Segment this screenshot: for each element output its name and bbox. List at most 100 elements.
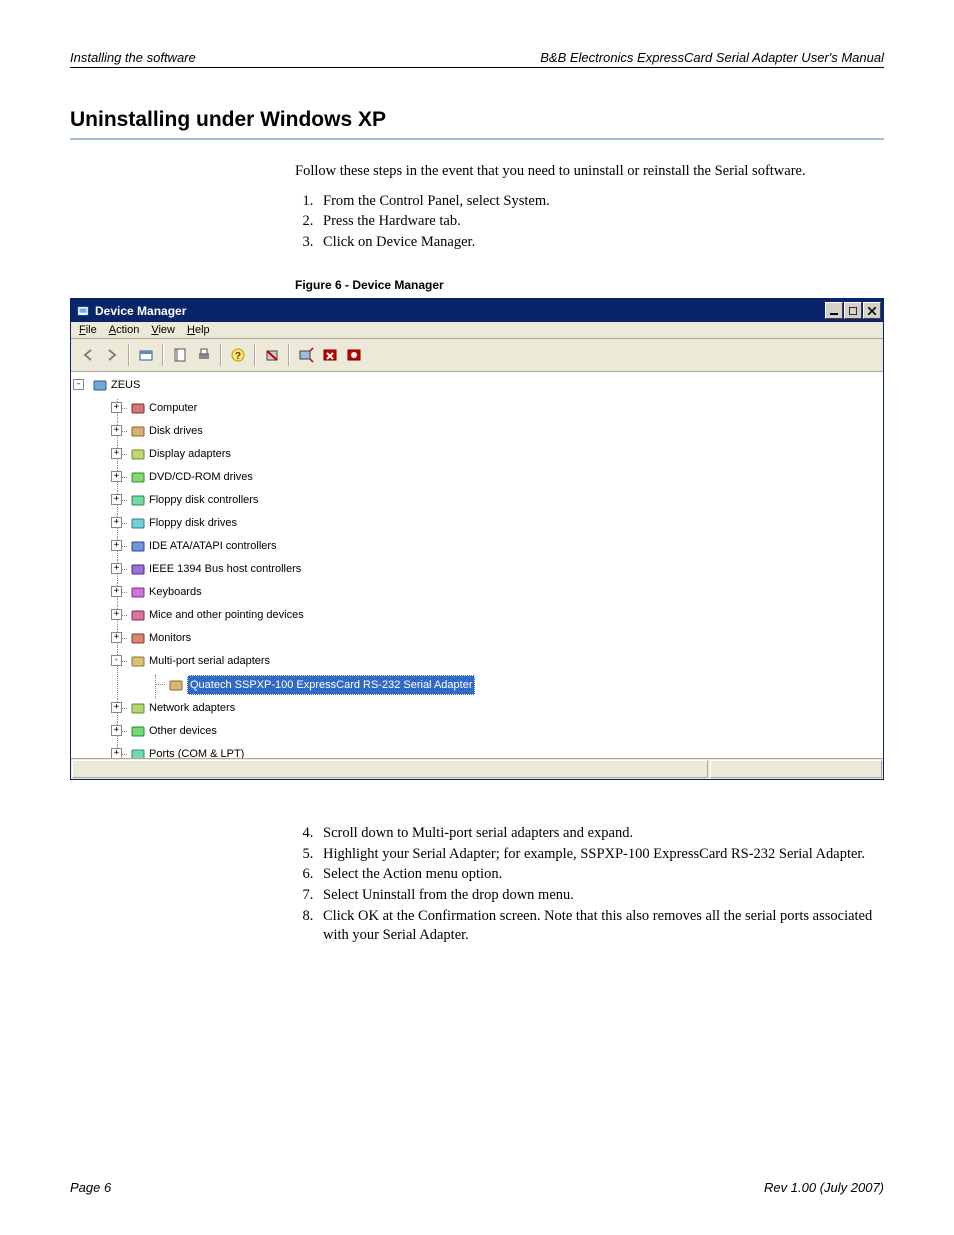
tree-category-label: Mice and other pointing devices [149,606,304,624]
expand-icon[interactable]: + [111,702,122,713]
titlebar[interactable]: Device Manager [71,299,883,322]
footer-left: Page 6 [70,1180,111,1195]
tree-category-label: DVD/CD-ROM drives [149,468,253,486]
device-category-icon [130,561,146,577]
device-category-icon [130,446,146,462]
tree-category-label: Disk drives [149,422,203,440]
forward-icon[interactable] [101,344,123,366]
extra2-icon[interactable] [343,344,365,366]
tree-category[interactable]: DVD/CD-ROM drives [130,468,253,486]
tree-category[interactable]: IDE ATA/ATAPI controllers [130,537,277,555]
collapse-icon[interactable]: - [111,655,122,666]
tree-category[interactable]: Mice and other pointing devices [130,606,304,624]
device-category-icon [130,515,146,531]
expand-icon[interactable]: + [111,517,122,528]
header-left: Installing the software [70,50,196,65]
uninstall-icon[interactable] [261,344,283,366]
tree-category-label: Multi-port serial adapters [149,652,270,670]
tree-category[interactable]: Floppy disk controllers [130,491,258,509]
menu-file[interactable]: File [79,324,97,336]
properties-icon[interactable] [169,344,191,366]
tree-category-label: Monitors [149,629,191,647]
status-cell-1 [72,760,708,778]
expand-icon[interactable]: + [111,586,122,597]
step-item: Select Uninstall from the drop down menu… [317,886,884,906]
svg-text:?: ? [235,351,241,362]
print-icon[interactable] [193,344,215,366]
page-header: Installing the software B&B Electronics … [70,50,884,68]
device-tree[interactable]: -ZEUS+Computer+Disk drives+Display adapt… [71,372,883,758]
expand-icon[interactable]: + [111,471,122,482]
menu-action[interactable]: Action [109,324,140,336]
close-button[interactable] [863,302,881,319]
tree-category[interactable]: Disk drives [130,422,203,440]
status-bar [71,758,883,779]
expand-icon[interactable]: + [111,402,122,413]
tree-root-node[interactable]: ZEUS [92,376,140,394]
computer-icon [92,377,108,393]
steps-list-1: From the Control Panel, select System.Pr… [295,192,884,253]
steps-list-2: Scroll down to Multi-port serial adapter… [295,824,884,945]
device-category-icon [130,653,146,669]
tree-category[interactable]: Other devices [130,722,217,740]
device-category-icon [130,630,146,646]
extra1-icon[interactable] [319,344,341,366]
device-category-icon [130,538,146,554]
device-category-icon [130,584,146,600]
menubar: File Action View Help [71,322,883,339]
tree-category-label: Display adapters [149,445,231,463]
tree-category-label: Ports (COM & LPT) [149,745,244,758]
device-category-icon [130,492,146,508]
up-icon[interactable] [135,344,157,366]
tree-category[interactable]: Ports (COM & LPT) [130,745,244,758]
tree-category[interactable]: Network adapters [130,699,235,717]
figure-caption: Figure 6 - Device Manager [295,278,884,292]
section-title: Uninstalling under Windows XP [70,108,884,140]
toolbar: ? [71,339,883,372]
device-manager-window: Device Manager File Action View Help [70,298,884,780]
tree-device-label: Quatech SSPXP-100 ExpressCard RS-232 Ser… [187,675,475,695]
step-item: Press the Hardware tab. [317,212,884,232]
serial-adapter-icon [168,677,184,693]
expand-icon[interactable]: + [111,425,122,436]
window-title: Device Manager [95,304,825,318]
expand-icon[interactable]: + [111,448,122,459]
step-item: Click OK at the Confirmation screen. Not… [317,907,884,946]
expand-icon[interactable]: + [111,563,122,574]
expand-icon[interactable]: + [111,632,122,643]
tree-category-label: Network adapters [149,699,235,717]
page-footer: Page 6 Rev 1.00 (July 2007) [70,1176,884,1195]
tree-device-selected[interactable]: Quatech SSPXP-100 ExpressCard RS-232 Ser… [168,675,475,695]
device-category-icon [130,400,146,416]
help-icon[interactable]: ? [227,344,249,366]
collapse-icon[interactable]: - [73,379,84,390]
expand-icon[interactable]: + [111,609,122,620]
tree-category-label: Other devices [149,722,217,740]
minimize-button[interactable] [825,302,843,319]
device-category-icon [130,746,146,758]
tree-category-label: IEEE 1394 Bus host controllers [149,560,301,578]
tree-category[interactable]: Monitors [130,629,191,647]
tree-category-label: Keyboards [149,583,202,601]
maximize-button[interactable] [844,302,862,319]
expand-icon[interactable]: + [111,748,122,758]
tree-category[interactable]: Multi-port serial adapters [130,652,270,670]
tree-category[interactable]: Keyboards [130,583,202,601]
menu-view[interactable]: View [151,324,175,336]
tree-category-label: Floppy disk drives [149,514,237,532]
device-category-icon [130,607,146,623]
scan-icon[interactable] [295,344,317,366]
tree-category[interactable]: IEEE 1394 Bus host controllers [130,560,301,578]
expand-icon[interactable]: + [111,540,122,551]
step-item: Highlight your Serial Adapter; for examp… [317,845,884,865]
back-icon[interactable] [77,344,99,366]
expand-icon[interactable]: + [111,725,122,736]
tree-category[interactable]: Floppy disk drives [130,514,237,532]
device-category-icon [130,469,146,485]
step-item: Scroll down to Multi-port serial adapter… [317,824,884,844]
tree-category[interactable]: Computer [130,399,197,417]
tree-category[interactable]: Display adapters [130,445,231,463]
menu-help[interactable]: Help [187,324,210,336]
footer-right: Rev 1.00 (July 2007) [764,1180,884,1195]
expand-icon[interactable]: + [111,494,122,505]
